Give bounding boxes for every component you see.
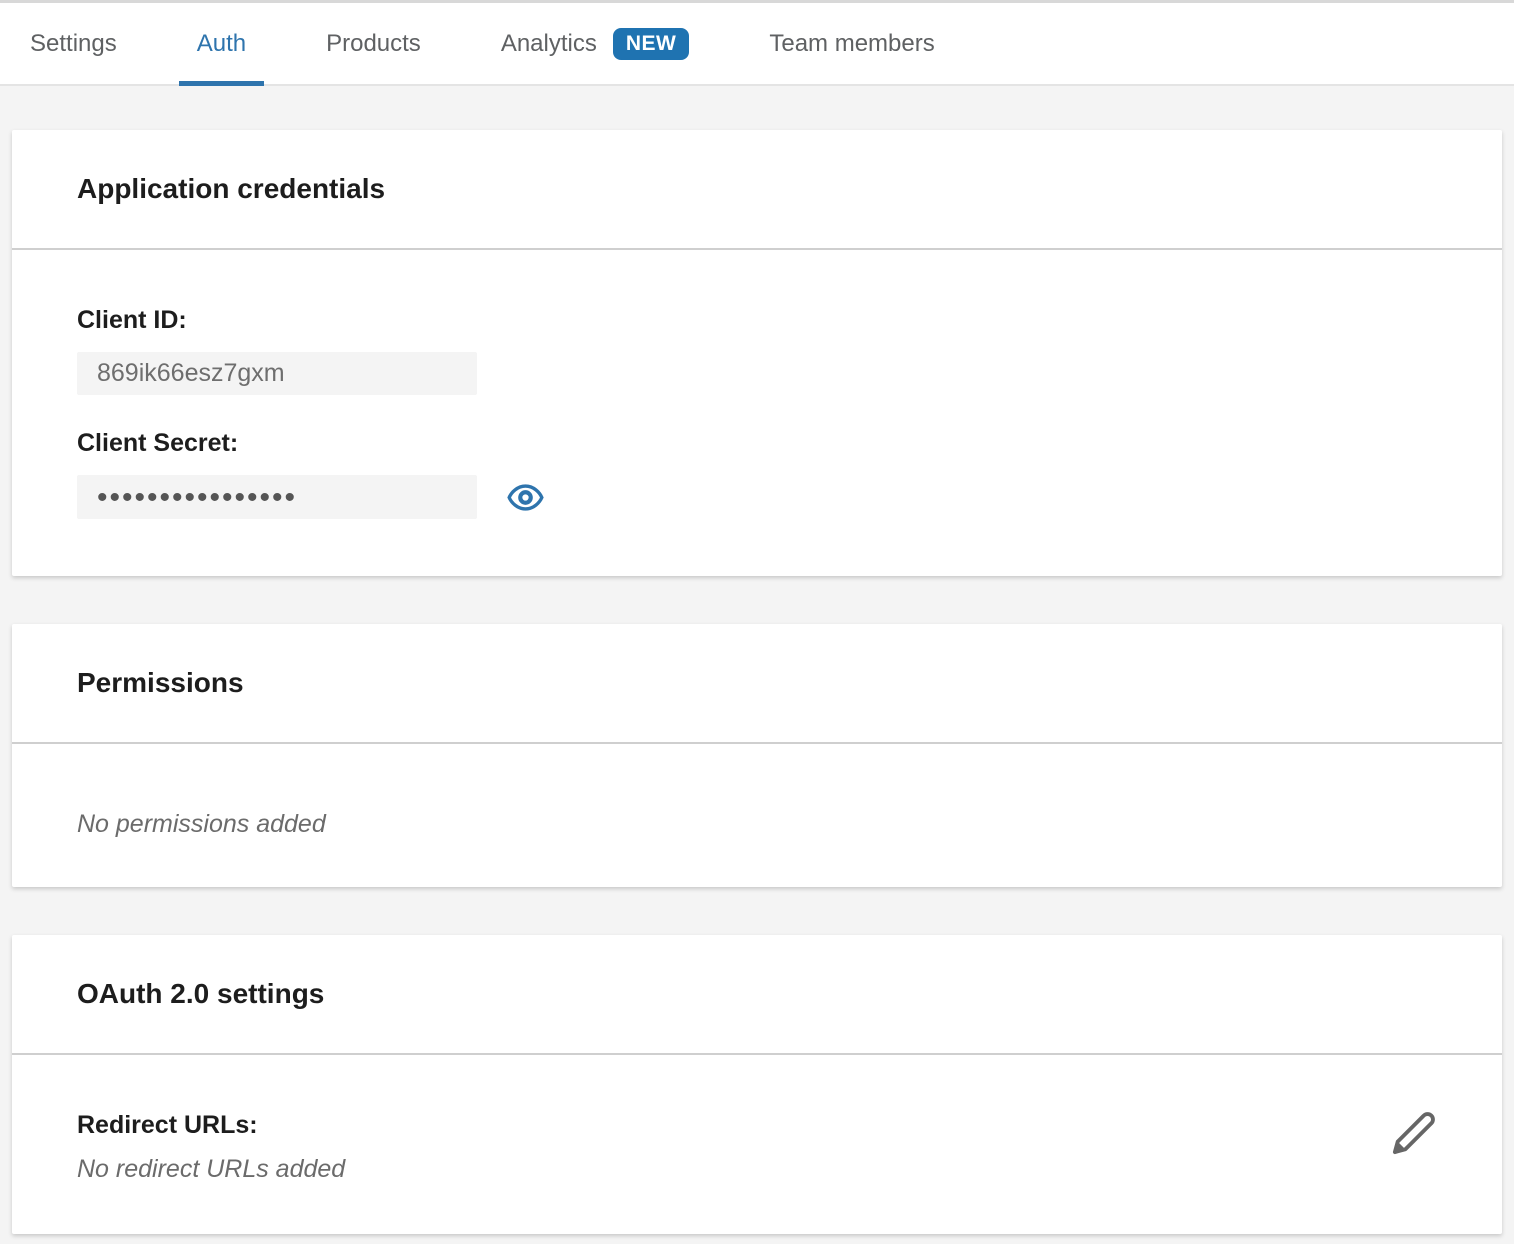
redirect-urls-label: Redirect URLs: — [77, 1110, 345, 1140]
permissions-body: No permissions added — [12, 744, 1502, 887]
tab-analytics-label: Analytics — [501, 30, 597, 58]
client-id-label: Client ID: — [77, 305, 1437, 335]
tab-products-label: Products — [326, 30, 421, 58]
tab-settings[interactable]: Settings — [30, 3, 117, 84]
oauth-settings-body: Redirect URLs: No redirect URLs added — [12, 1055, 1502, 1234]
application-credentials-header: Application credentials — [12, 130, 1502, 250]
no-redirect-urls-text: No redirect URLs added — [77, 1154, 345, 1184]
application-credentials-body: Client ID: Client Secret: — [12, 250, 1502, 576]
tab-team-members-label: Team members — [769, 30, 934, 58]
redirect-urls-group: Redirect URLs: No redirect URLs added — [77, 1110, 345, 1184]
permissions-title: Permissions — [77, 668, 1437, 698]
edit-redirect-urls-button[interactable] — [1391, 1110, 1437, 1156]
tab-products[interactable]: Products — [326, 3, 421, 84]
permissions-header: Permissions — [12, 624, 1502, 744]
reveal-secret-button[interactable] — [507, 482, 544, 513]
new-badge: NEW — [613, 28, 690, 60]
oauth-settings-title: OAuth 2.0 settings — [77, 979, 1437, 1009]
card-oauth-settings: OAuth 2.0 settings Redirect URLs: No red… — [12, 935, 1502, 1234]
main-content: Application credentials Client ID: Clien… — [0, 86, 1514, 1234]
card-application-credentials: Application credentials Client ID: Clien… — [12, 130, 1502, 576]
tab-analytics[interactable]: Analytics NEW — [501, 3, 690, 84]
eye-icon — [507, 482, 544, 513]
tab-auth-label: Auth — [197, 30, 246, 58]
tab-bar: Settings Auth Products Analytics NEW Tea… — [0, 0, 1514, 86]
client-secret-label: Client Secret: — [77, 428, 1437, 458]
client-secret-input[interactable] — [77, 475, 477, 519]
application-credentials-title: Application credentials — [77, 174, 1437, 204]
pencil-icon — [1391, 1110, 1437, 1156]
tab-team-members[interactable]: Team members — [769, 3, 934, 84]
oauth-settings-header: OAuth 2.0 settings — [12, 935, 1502, 1055]
tab-settings-label: Settings — [30, 30, 117, 58]
card-permissions: Permissions No permissions added — [12, 624, 1502, 887]
client-id-input[interactable] — [77, 352, 477, 395]
no-permissions-text: No permissions added — [77, 809, 1437, 839]
client-secret-row — [77, 475, 1437, 519]
tab-auth[interactable]: Auth — [197, 3, 246, 84]
